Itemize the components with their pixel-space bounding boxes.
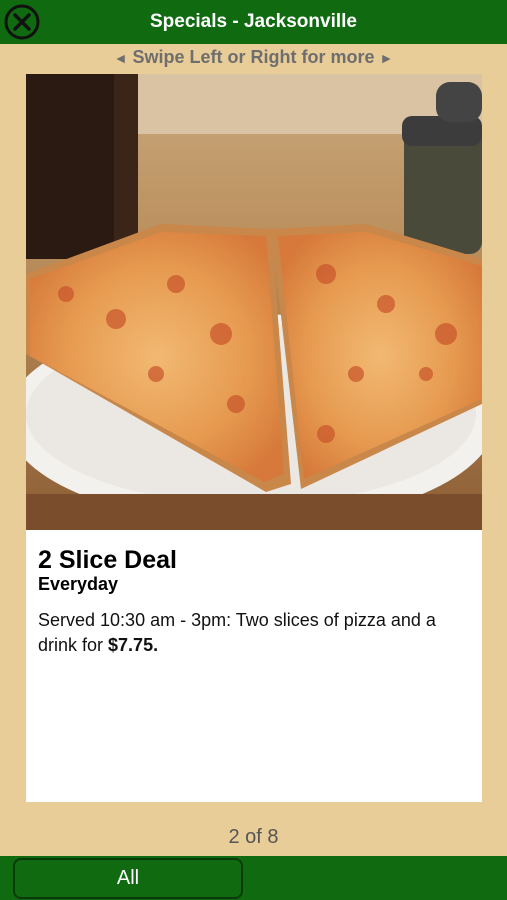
pizza-photo (26, 74, 482, 530)
swipe-hint-text: Swipe Left or Right for more (132, 47, 375, 67)
special-card[interactable]: 2 Slice Deal Everyday Served 10:30 am - … (26, 74, 482, 802)
all-button[interactable]: All (13, 858, 243, 899)
bottom-bar: All (0, 856, 507, 900)
left-arrow-icon: ◄ (113, 50, 128, 66)
swipe-hint: ◄ Swipe Left or Right for more ► (0, 44, 507, 70)
top-bar: Specials - Jacksonville (0, 0, 507, 44)
description-text: Served 10:30 am - 3pm: Two slices of piz… (38, 610, 436, 655)
special-price: $7.75. (108, 635, 159, 655)
special-description: Served 10:30 am - 3pm: Two slices of piz… (38, 608, 478, 658)
special-title: 2 Slice Deal (38, 546, 177, 574)
right-arrow-icon: ► (379, 50, 394, 66)
page-indicator: 2 of 8 (228, 826, 279, 848)
special-subtitle: Everyday (38, 574, 119, 594)
page-title: Specials - Jacksonville (149, 11, 357, 32)
